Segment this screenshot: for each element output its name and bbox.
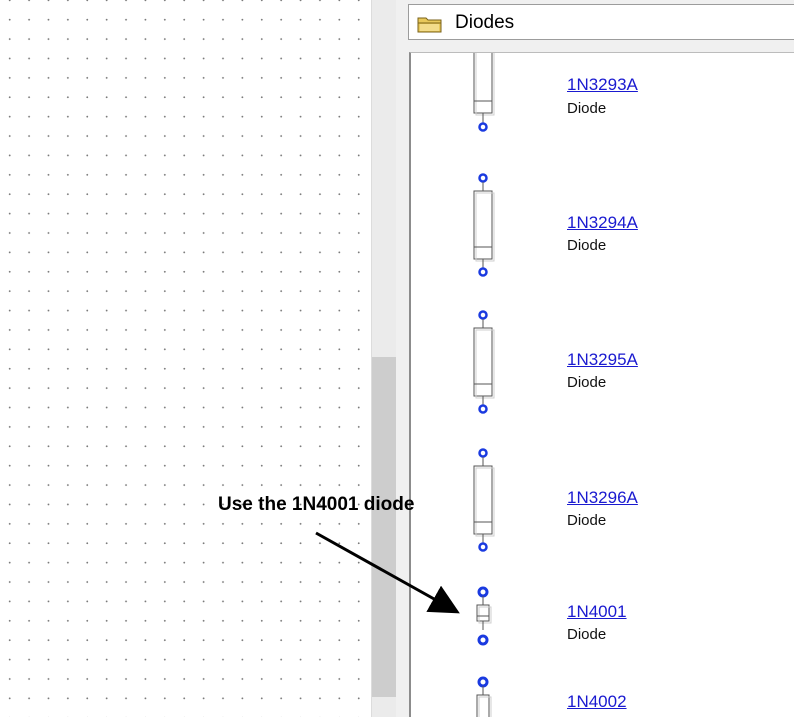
component-type: Diode	[567, 512, 607, 529]
component-name-link[interactable]: 1N4001	[567, 602, 627, 622]
diode-symbol-icon	[473, 53, 495, 132]
component-type: Diode	[567, 100, 607, 117]
component-name-link[interactable]: 1N3295A	[567, 350, 638, 370]
category-title: Diodes	[455, 12, 515, 33]
component-type: Diode	[567, 237, 607, 254]
diode-symbol-icon	[473, 310, 495, 414]
vertical-scrollbar[interactable]	[371, 0, 397, 717]
scrollbar-thumb[interactable]	[372, 357, 397, 697]
component-name-link[interactable]: 1N3293A	[567, 75, 638, 95]
component-name-link[interactable]: 1N4002	[567, 692, 627, 712]
diode-symbol-icon	[473, 448, 495, 552]
diode-symbol-icon	[476, 586, 492, 646]
diode-symbol-icon	[473, 173, 495, 277]
schematic-canvas[interactable]	[0, 0, 371, 717]
diode-symbol-icon	[476, 676, 492, 717]
annotation-callout: Use the 1N4001 diode	[218, 494, 415, 515]
folder-icon	[417, 17, 442, 33]
component-name-link[interactable]: 1N3296A	[567, 488, 638, 508]
component-list[interactable]: 1N3293A Diode 1N3294A Diode 1N3295A Diod…	[409, 52, 794, 717]
component-type: Diode	[567, 374, 607, 391]
component-library-panel: Diodes 1N3293A Diode 1N3294A Diode 1N329…	[396, 0, 794, 717]
category-header[interactable]: Diodes	[408, 4, 794, 40]
component-type: Diode	[567, 626, 607, 643]
component-name-link[interactable]: 1N3294A	[567, 213, 638, 233]
